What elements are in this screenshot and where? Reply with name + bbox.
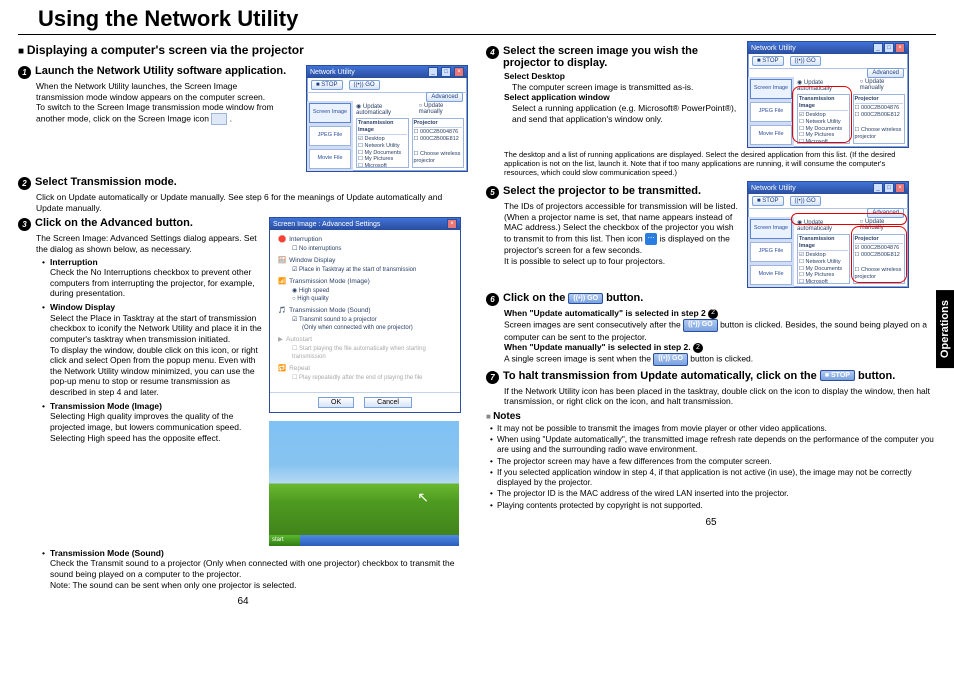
close-icon[interactable]: ×	[454, 67, 464, 77]
radio-auto[interactable]: ◉ Update automatically	[356, 103, 413, 116]
advanced-settings-dialog: Screen Image : Advanced Settings × 🛑 Int…	[269, 217, 461, 412]
mode-sound-icon: 🎵 Transmission Mode (Sound)	[278, 307, 452, 316]
transmission-image-list[interactable]: Transmission Image ☑ Desktop ☐ Network U…	[356, 118, 409, 168]
radio-high-speed[interactable]: ◉ High speed	[292, 287, 452, 295]
chk-transmit-sound[interactable]: ☑ Transmit sound to a projector	[292, 316, 452, 324]
step-4-tail: The desktop and a list of running applic…	[504, 150, 919, 177]
maximize-icon[interactable]: □	[441, 67, 451, 77]
app-toolbar: ■ STOP ((•)) GO	[307, 78, 467, 93]
left-page: Displaying a computer's screen via the p…	[18, 41, 468, 607]
close-icon[interactable]: ×	[895, 183, 905, 193]
connecting-icon: ⋯	[645, 233, 657, 245]
operations-tab: Operations	[936, 290, 954, 368]
step-7-body: If the Network Utility icon has been pla…	[504, 386, 936, 407]
repeat-icon: 🔁 Repeat	[278, 365, 452, 374]
window-display-icon: 🪟 Window Display	[278, 257, 452, 266]
step-3-body-continued: Transmission Mode (Sound) Check the Tran…	[36, 548, 468, 591]
step-num-2: 2	[18, 177, 31, 190]
step-3-heading: 3 Click on the Advanced button.	[18, 217, 263, 231]
step-num-6: 6	[486, 293, 499, 306]
right-page: 4 Select the screen image you wish the p…	[486, 41, 936, 607]
highlight-transmission-list	[792, 86, 852, 143]
chk-no-interruptions[interactable]: ☐ No interruptions	[292, 245, 452, 253]
go-button[interactable]: ((•)) GO	[349, 80, 380, 90]
step-2-heading: 2 Select Transmission mode.	[18, 176, 468, 190]
step-5-body: The IDs of projectors accessible for tra…	[504, 201, 741, 266]
step-num-4: 4	[486, 46, 499, 59]
projector-list[interactable]: Projector ☐ 000C2B004876 ☐ 000C2B00E812 …	[412, 118, 465, 168]
step-num-5: 5	[486, 186, 499, 199]
step-num-7: 7	[486, 371, 499, 384]
desktop-screenshot: ↖ start	[269, 421, 459, 546]
step-num-1: 1	[18, 66, 31, 79]
notes-list: It may not be possible to transmit the i…	[490, 424, 936, 511]
adv-titlebar: Screen Image : Advanced Settings ×	[270, 218, 460, 230]
stop-button[interactable]: ■ STOP	[311, 80, 343, 90]
close-icon[interactable]: ×	[895, 43, 905, 53]
sidebar-movie-file[interactable]: Movie File	[750, 265, 792, 285]
chk-place-tasktray[interactable]: ☑ Place in Tasktray at the start of tran…	[292, 266, 452, 274]
screen-image-icon	[211, 113, 227, 125]
go-inline-button: ((•)) GO	[568, 293, 603, 304]
network-utility-window: Network Utility _ □ × ■ STOP ((•)) GO Ad…	[306, 65, 468, 172]
page-title: Using the Network Utility	[18, 0, 936, 35]
sidebar-jpeg-file[interactable]: JPEG File	[750, 242, 792, 262]
step-4-body: Select Desktop The computer screen image…	[504, 71, 741, 124]
step-7-heading: 7 To halt transmission from Update autom…	[486, 370, 936, 384]
section-heading: Displaying a computer's screen via the p…	[18, 43, 468, 57]
minimize-icon[interactable]: _	[428, 67, 438, 77]
cancel-button[interactable]: Cancel	[364, 397, 412, 408]
stop-button[interactable]: ■ STOP	[752, 56, 784, 66]
chk-autostart: ☐ Start playing the file automatically w…	[292, 345, 452, 361]
go-inline-button: ((•)) GO	[683, 319, 718, 332]
ok-button[interactable]: OK	[318, 397, 354, 408]
step-2-body: Click on Update automatically or Update …	[36, 192, 468, 213]
step-1-heading: 1 Launch the Network Utility software ap…	[18, 65, 300, 79]
go-button[interactable]: ((•)) GO	[790, 56, 821, 66]
close-icon[interactable]: ×	[447, 219, 457, 229]
step-6-heading: 6 Click on the ((•)) GO button.	[486, 292, 936, 306]
notes-heading: Notes	[486, 411, 936, 422]
mode-image-icon: 📶 Transmission Mode (Image)	[278, 278, 452, 287]
stop-inline-button: ■ STOP	[820, 370, 855, 381]
minimize-icon[interactable]: _	[873, 43, 883, 53]
sidebar-screen-image[interactable]: Screen Image	[750, 79, 792, 99]
autostart-icon: ▶ Autostart	[278, 336, 452, 345]
maximize-icon[interactable]: □	[884, 43, 894, 53]
sidebar-movie-file[interactable]: Movie File	[750, 125, 792, 145]
radio-high-quality[interactable]: ○ High quality	[292, 295, 452, 303]
sidebar-jpeg-file[interactable]: JPEG File	[750, 102, 792, 122]
chk-repeat: ☐ Play repeatedly after the end of playi…	[292, 374, 452, 382]
highlight-radio-row	[791, 213, 907, 225]
cursor-icon: ↖	[417, 489, 429, 506]
step-4-heading: 4 Select the screen image you wish the p…	[486, 45, 741, 69]
start-button[interactable]: start	[269, 535, 300, 546]
minimize-icon[interactable]: _	[873, 183, 883, 193]
window-titlebar: Network Utility _ □ ×	[307, 66, 467, 78]
highlight-projector-list	[851, 226, 907, 283]
step-5-heading: 5 Select the projector to be transmitted…	[486, 185, 741, 199]
step-num-3: 3	[18, 218, 31, 231]
step-3-body: The Screen Image: Advanced Settings dial…	[36, 233, 263, 443]
app-sidebar: Screen Image JPEG File Movie File	[307, 101, 353, 171]
stop-button[interactable]: ■ STOP	[752, 196, 784, 206]
step-1-body: When the Network Utility launches, the S…	[36, 81, 286, 125]
page-number-left: 64	[18, 596, 468, 607]
maximize-icon[interactable]: □	[884, 183, 894, 193]
app-title-text: Network Utility	[310, 69, 355, 76]
go-inline-button: ((•)) GO	[653, 353, 688, 366]
sidebar-jpeg-file[interactable]: JPEG File	[309, 126, 351, 146]
page-number-right: 65	[486, 517, 936, 528]
step-6-body: When "Update automatically" is selected …	[504, 308, 936, 366]
sidebar-screen-image[interactable]: Screen Image	[309, 103, 351, 123]
interruption-icon: 🛑 Interruption	[278, 236, 452, 245]
sidebar-screen-image[interactable]: Screen Image	[750, 219, 792, 239]
go-button[interactable]: ((•)) GO	[790, 196, 821, 206]
radio-manual[interactable]: ○ Update manually	[419, 103, 464, 116]
sidebar-movie-file[interactable]: Movie File	[309, 149, 351, 169]
